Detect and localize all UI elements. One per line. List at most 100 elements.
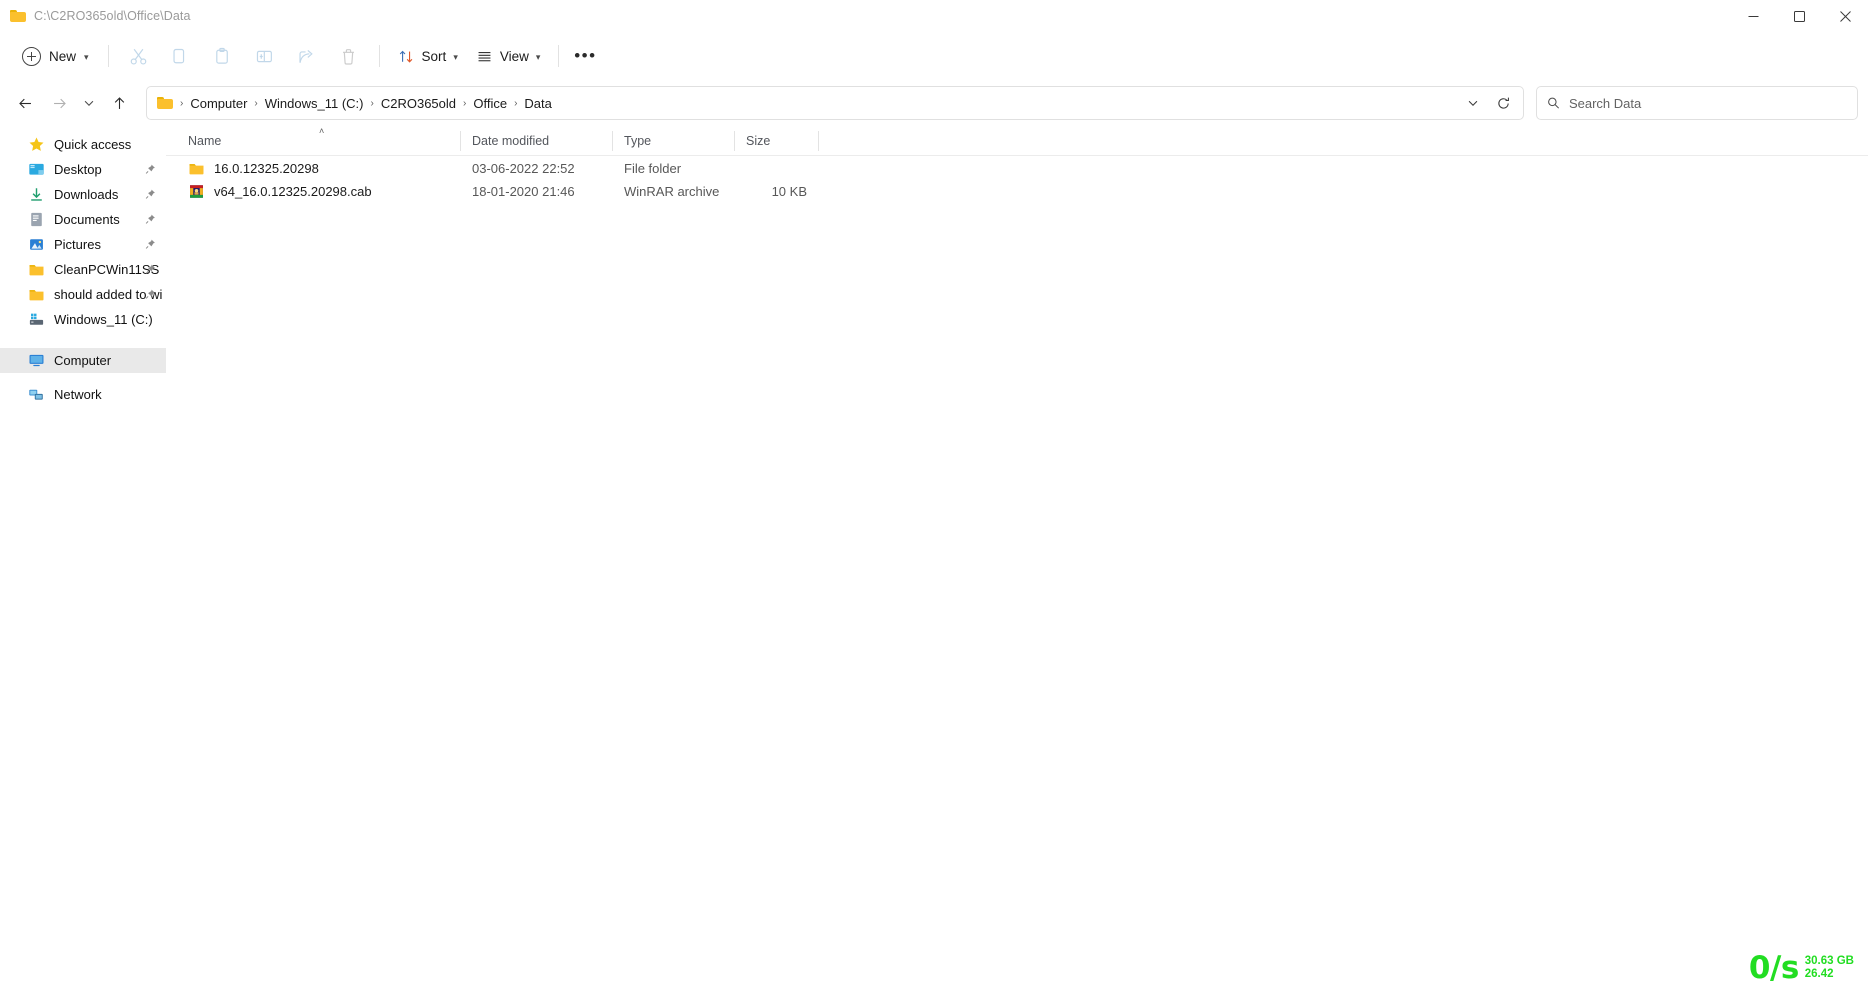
- folder-icon: [10, 9, 26, 23]
- column-header-size[interactable]: Size: [735, 126, 819, 156]
- search-box[interactable]: [1536, 86, 1858, 120]
- sidebar-item-label: Downloads: [54, 187, 119, 202]
- sidebar-item-label: Quick access: [54, 137, 132, 152]
- file-name-label: 16.0.12325.20298: [214, 161, 319, 176]
- table-row[interactable]: 16.0.12325.20298 03-06-2022 22:52 File f…: [166, 157, 1868, 180]
- delete-button[interactable]: [328, 39, 370, 73]
- sidebar-item-label: Computer: [54, 353, 112, 368]
- chevron-down-icon: ▾: [535, 51, 541, 62]
- view-button[interactable]: View ▾: [467, 40, 550, 72]
- pictures-icon: [28, 236, 45, 253]
- more-options-button[interactable]: •••: [568, 40, 602, 72]
- column-header-type-label: Type: [624, 133, 652, 148]
- breadcrumb-item-computer[interactable]: Computer: [184, 94, 253, 113]
- plus-icon: [22, 46, 41, 66]
- recent-locations-button[interactable]: [76, 86, 102, 120]
- file-type-cell: WinRAR archive: [624, 184, 720, 199]
- chevron-down-icon: ▾: [84, 51, 89, 62]
- sidebar-item-windows-11-c[interactable]: Windows_11 (C:): [0, 307, 166, 332]
- sidebar-item-cleanpcwin11ss[interactable]: CleanPCWin11SS: [0, 257, 166, 282]
- column-header-date-modified-label: Date modified: [472, 133, 550, 148]
- network-icon: [28, 386, 45, 403]
- forward-button[interactable]: [42, 86, 76, 120]
- column-headers: Name ˄ Date modified Type Size: [166, 126, 1868, 156]
- title-bar: C:\C2RO365old\Office\Data: [0, 0, 1868, 32]
- desktop-icon: [28, 161, 45, 178]
- refresh-button[interactable]: [1489, 89, 1517, 117]
- search-input[interactable]: [1568, 95, 1847, 111]
- folder-icon: [28, 286, 45, 303]
- share-button[interactable]: [286, 39, 328, 73]
- sidebar-item-quick-access[interactable]: Quick access: [0, 132, 166, 157]
- up-button[interactable]: [102, 86, 136, 120]
- sidebar-item-label: Documents: [54, 212, 120, 227]
- file-type-cell: File folder: [624, 161, 682, 176]
- address-bar[interactable]: › Computer › Windows_11 (C:) › C2RO365ol…: [146, 86, 1524, 120]
- winrar-archive-icon: [188, 183, 205, 200]
- window-title: C:\C2RO365old\Office\Data: [34, 9, 191, 23]
- star-icon: [28, 136, 45, 153]
- network-speed-total: 30.63 GB: [1804, 954, 1854, 967]
- pin-icon[interactable]: [145, 237, 156, 252]
- toolbar-divider-2: [378, 45, 380, 67]
- pin-icon[interactable]: [145, 287, 156, 302]
- sort-button[interactable]: Sort ▾: [389, 40, 467, 72]
- navigation-pane: Quick access Desktop Downloads Documents…: [0, 126, 166, 992]
- address-dropdown-button[interactable]: [1459, 89, 1487, 117]
- window-controls: [1730, 0, 1868, 32]
- table-row[interactable]: v64_16.0.12325.20298.cab 18-01-2020 21:4…: [166, 180, 1868, 203]
- cut-button[interactable]: [118, 39, 160, 73]
- sidebar-item-desktop[interactable]: Desktop: [0, 157, 166, 182]
- pin-icon[interactable]: [145, 262, 156, 277]
- pin-icon[interactable]: [145, 212, 156, 227]
- new-button-label: New: [49, 48, 77, 64]
- close-button[interactable]: [1822, 0, 1868, 32]
- breadcrumb-item-c2ro365old[interactable]: C2RO365old: [375, 94, 462, 113]
- minimize-button[interactable]: [1730, 0, 1776, 32]
- network-speed-overlay[interactable]: 0/s 30.63 GB 26.42: [1748, 949, 1854, 986]
- new-button[interactable]: New ▾: [14, 40, 99, 72]
- documents-icon: [28, 211, 45, 228]
- rename-button[interactable]: [244, 39, 286, 73]
- sidebar-item-label: CleanPCWin11SS: [54, 262, 160, 277]
- file-date-cell: 03-06-2022 22:52: [472, 161, 575, 176]
- sidebar-item-pictures[interactable]: Pictures: [0, 232, 166, 257]
- back-button[interactable]: [8, 86, 42, 120]
- breadcrumb-separator: ›: [254, 97, 258, 109]
- sidebar-item-label: Network: [54, 387, 102, 402]
- sidebar-item-network[interactable]: Network: [0, 382, 166, 407]
- paste-button[interactable]: [202, 39, 244, 73]
- file-size-cell: 10 KB: [771, 184, 807, 199]
- breadcrumb-item-data[interactable]: Data: [518, 94, 557, 113]
- main-area: Quick access Desktop Downloads Documents…: [0, 126, 1868, 992]
- column-header-size-label: Size: [746, 133, 771, 148]
- copy-button[interactable]: [160, 39, 202, 73]
- toolbar-divider: [107, 45, 109, 67]
- maximize-button[interactable]: [1776, 0, 1822, 32]
- file-date-cell: 18-01-2020 21:46: [472, 184, 575, 199]
- network-speed-secondary: 26.42: [1804, 967, 1834, 980]
- column-header-date-modified[interactable]: Date modified: [461, 126, 613, 156]
- column-header-name[interactable]: Name ˄: [188, 126, 461, 156]
- breadcrumb-item-windows-11-c[interactable]: Windows_11 (C:): [259, 94, 370, 113]
- pin-icon[interactable]: [145, 187, 156, 202]
- file-name-cell: 16.0.12325.20298: [188, 157, 461, 180]
- breadcrumb-folder-icon: [157, 96, 173, 110]
- sidebar-item-downloads[interactable]: Downloads: [0, 182, 166, 207]
- file-size-cell: [735, 157, 819, 180]
- breadcrumb-item-office[interactable]: Office: [467, 94, 513, 113]
- pin-icon[interactable]: [145, 162, 156, 177]
- chevron-down-icon: ▾: [453, 51, 458, 62]
- downloads-icon: [28, 186, 45, 203]
- network-speed-rate: 0/s: [1748, 949, 1799, 986]
- view-button-label: View: [499, 48, 529, 64]
- column-divider[interactable]: [818, 130, 819, 151]
- toolbar-divider-3: [558, 45, 560, 67]
- sidebar-item-documents[interactable]: Documents: [0, 207, 166, 232]
- sidebar-item-computer[interactable]: Computer: [0, 348, 166, 373]
- folder-icon: [28, 261, 45, 278]
- sidebar-item-should-added-to-wi[interactable]: should added to wi: [0, 282, 166, 307]
- search-icon: [1548, 97, 1560, 109]
- file-name-label: v64_16.0.12325.20298.cab: [214, 184, 372, 199]
- column-header-type[interactable]: Type: [613, 126, 735, 156]
